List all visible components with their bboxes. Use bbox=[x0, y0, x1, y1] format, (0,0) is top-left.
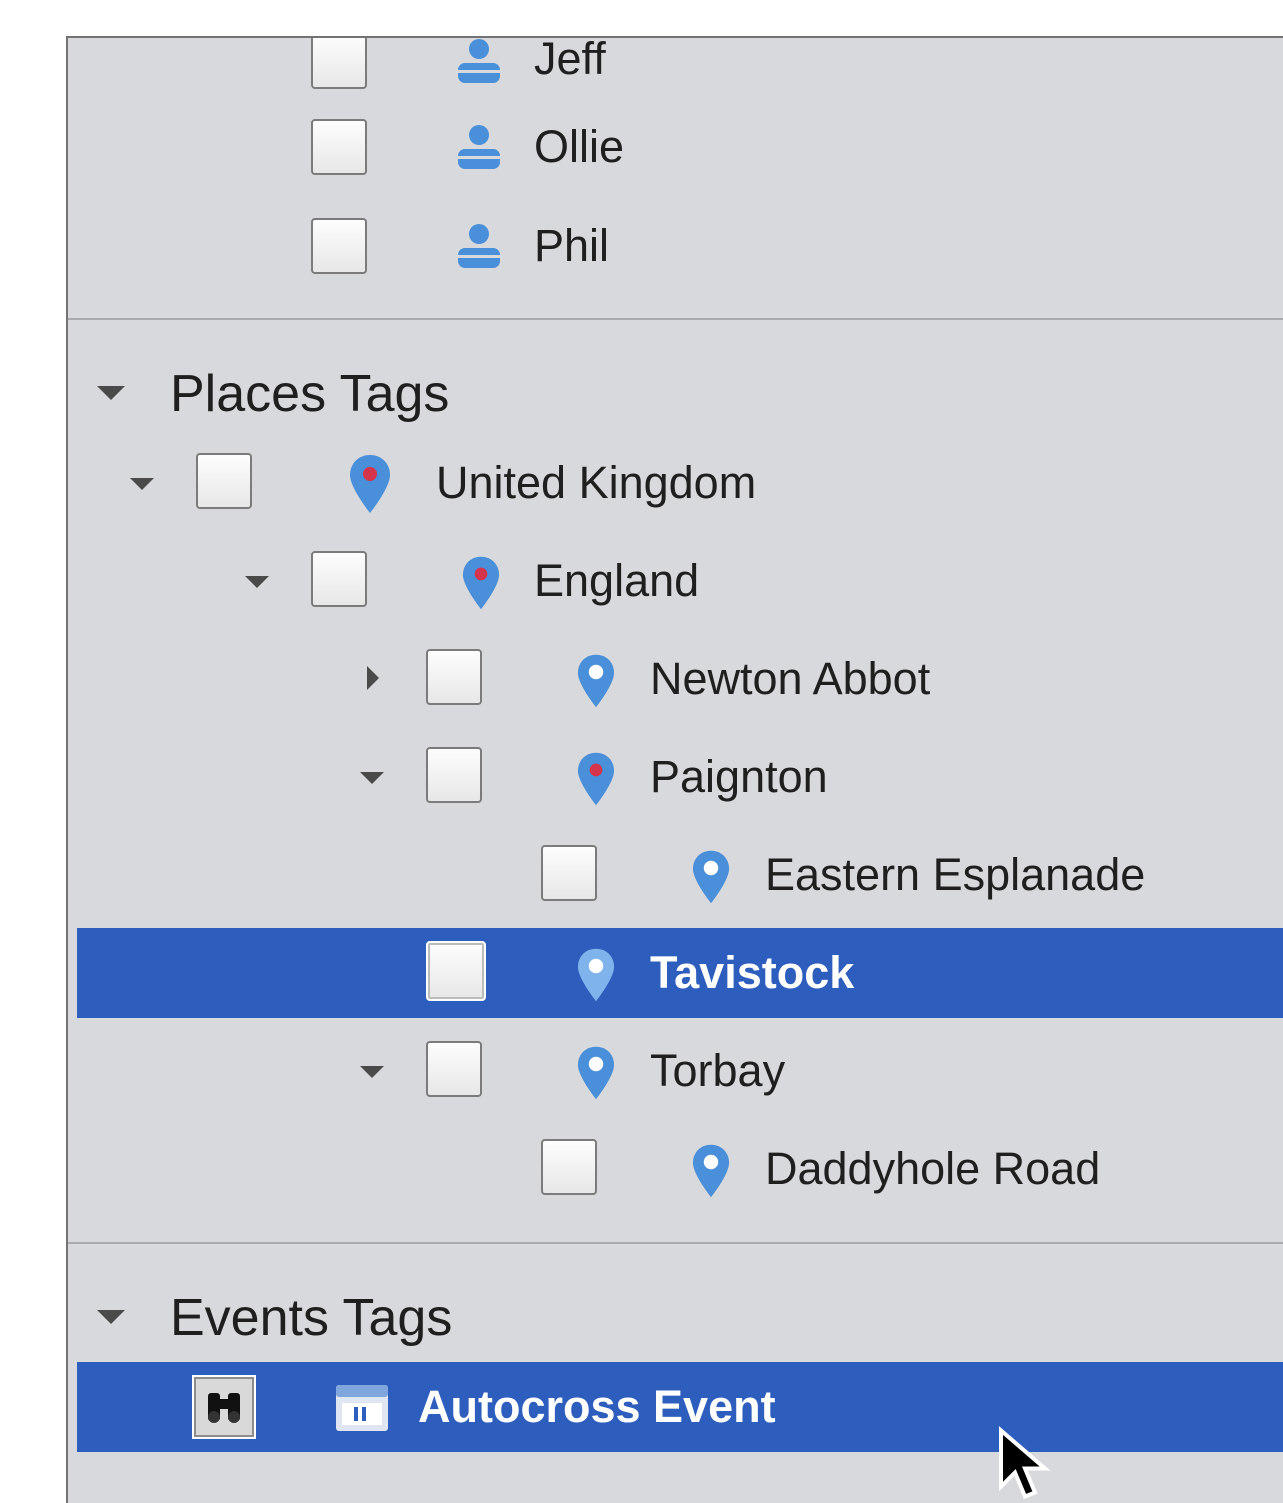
section-divider bbox=[68, 1242, 1283, 1244]
person-icon bbox=[458, 125, 500, 169]
checkbox[interactable] bbox=[311, 38, 367, 89]
person-row-ollie[interactable]: Ollie bbox=[68, 104, 1283, 194]
checkbox[interactable] bbox=[311, 551, 367, 607]
places-tags-header: Places Tags bbox=[170, 365, 450, 423]
place-label: England bbox=[534, 555, 700, 606]
disclosure-triangle[interactable] bbox=[130, 478, 154, 490]
checkbox[interactable] bbox=[426, 1041, 482, 1097]
disclosure-triangle[interactable] bbox=[245, 576, 269, 588]
map-pin-icon bbox=[577, 752, 615, 806]
place-label: Eastern Esplanade bbox=[765, 849, 1146, 900]
checkbox[interactable] bbox=[426, 649, 482, 705]
mouse-cursor-icon bbox=[999, 1426, 1051, 1500]
place-row-england[interactable]: England bbox=[68, 536, 1283, 626]
person-icon bbox=[458, 39, 500, 83]
place-row-newton-abbot[interactable]: Newton Abbot bbox=[68, 634, 1283, 724]
person-row-jeff[interactable]: Jeff bbox=[68, 36, 1283, 106]
checkbox[interactable] bbox=[311, 218, 367, 274]
binoculars-icon[interactable] bbox=[192, 1375, 256, 1439]
section-divider bbox=[68, 318, 1283, 320]
map-pin-icon bbox=[692, 850, 730, 904]
checkbox[interactable] bbox=[426, 747, 482, 803]
disclosure-triangle[interactable] bbox=[360, 772, 384, 784]
place-row-daddyhole-road[interactable]: Daddyhole Road bbox=[68, 1124, 1283, 1214]
place-row-eastern-esplanade[interactable]: Eastern Esplanade bbox=[68, 830, 1283, 920]
disclosure-triangle[interactable] bbox=[360, 1066, 384, 1078]
place-label: United Kingdom bbox=[436, 457, 757, 508]
map-pin-icon bbox=[692, 1144, 730, 1198]
place-row-tavistock[interactable]: Tavistock bbox=[77, 928, 1283, 1018]
place-label: Daddyhole Road bbox=[765, 1143, 1101, 1194]
person-row-phil[interactable]: Phil bbox=[68, 203, 1283, 293]
place-row-paignton[interactable]: Paignton bbox=[68, 732, 1283, 822]
place-label: Tavistock bbox=[650, 947, 855, 998]
place-label: Newton Abbot bbox=[650, 653, 931, 704]
map-pin-icon bbox=[462, 556, 500, 610]
event-label: Autocross Event bbox=[418, 1381, 776, 1432]
checkbox[interactable] bbox=[541, 1139, 597, 1195]
map-pin-icon bbox=[577, 1046, 615, 1100]
checkbox[interactable] bbox=[311, 119, 367, 175]
person-label: Jeff bbox=[534, 36, 606, 84]
checkbox[interactable] bbox=[426, 941, 486, 1001]
calendar-icon bbox=[336, 1385, 388, 1431]
checkbox[interactable] bbox=[541, 845, 597, 901]
map-pin-icon bbox=[577, 654, 615, 708]
disclosure-triangle[interactable] bbox=[367, 666, 379, 690]
tags-panel: Jeff Ollie Phil Places Tags United Kingd… bbox=[66, 36, 1283, 1503]
place-label: Paignton bbox=[650, 751, 828, 802]
event-row-autocross[interactable]: Autocross Event bbox=[77, 1362, 1283, 1452]
person-label: Ollie bbox=[534, 121, 625, 172]
place-row-united-kingdom[interactable]: United Kingdom bbox=[68, 438, 1283, 528]
map-pin-icon bbox=[350, 455, 390, 513]
person-label: Phil bbox=[534, 220, 610, 271]
place-row-torbay[interactable]: Torbay bbox=[68, 1026, 1283, 1116]
events-tags-header: Events Tags bbox=[170, 1289, 453, 1347]
places-disclosure-triangle[interactable] bbox=[97, 386, 125, 400]
place-label: Torbay bbox=[650, 1045, 786, 1096]
map-pin-icon bbox=[577, 948, 615, 1002]
events-disclosure-triangle[interactable] bbox=[97, 1310, 125, 1324]
checkbox[interactable] bbox=[196, 453, 252, 509]
person-icon bbox=[458, 224, 500, 268]
